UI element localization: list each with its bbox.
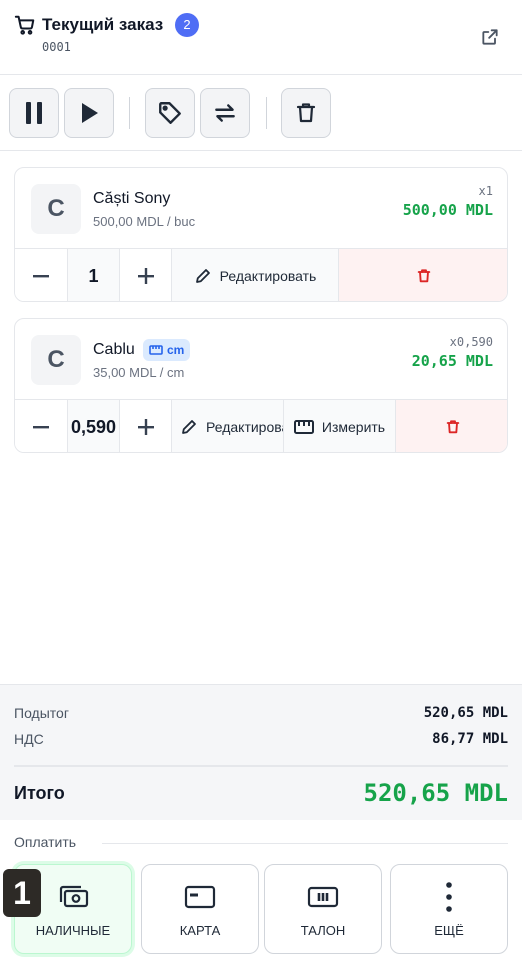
item-name: Cablu (93, 341, 135, 358)
pencil-icon (182, 420, 196, 434)
subtotal-value: 520,65 MDL (423, 705, 508, 721)
voucher-icon (307, 886, 339, 908)
vat-value: 86,77 MDL (432, 731, 508, 747)
pause-button[interactable] (9, 88, 59, 138)
plus-icon (137, 268, 154, 284)
order-summary: Подытог 520,65 MDL НДС 86,77 MDL Итого 5… (0, 684, 522, 820)
pay-method-label: ЕЩЁ (434, 923, 464, 938)
cash-icon (59, 885, 89, 908)
swap-button[interactable] (200, 88, 250, 138)
tag-icon (159, 102, 181, 124)
increase-qty-button[interactable] (119, 249, 171, 301)
delete-item-button[interactable] (338, 249, 507, 301)
total-label: Итого (14, 783, 65, 803)
swap-icon (215, 104, 235, 122)
subtotal-label: Подытог (14, 705, 69, 721)
discount-button[interactable] (145, 88, 195, 138)
unit-badge-label: cm (167, 343, 185, 357)
order-number: 0001 (42, 40, 71, 54)
minus-icon (33, 275, 49, 278)
ruler-icon (293, 420, 314, 434)
play-icon (82, 103, 98, 123)
measure-button[interactable]: Измерить (283, 400, 395, 452)
item-avatar: C (31, 184, 81, 234)
measure-label: Измерить (321, 419, 386, 435)
pay-more-button[interactable]: ЕЩЁ (390, 864, 508, 954)
edit-label: Редактировать (219, 268, 317, 284)
pay-method-label: НАЛИЧНЫЕ (35, 923, 111, 938)
clear-order-button[interactable] (281, 88, 331, 138)
minus-icon (33, 426, 49, 429)
card-icon (184, 885, 216, 909)
more-icon (446, 882, 452, 912)
item-total: 500,00 MDL (402, 201, 493, 219)
edit-item-button[interactable]: Редактировать (171, 249, 338, 301)
item-unit-price: 500,00 MDL / buc (93, 214, 196, 229)
item-actions: 1 Редактировать (15, 248, 507, 301)
order-item-card: C Cablu cm 35,00 MDL / cm x0,590 20,65 M… (14, 318, 508, 453)
pay-voucher-button[interactable]: ТАЛОН (264, 864, 382, 954)
external-link-icon[interactable] (480, 27, 500, 47)
item-count-badge: 2 (175, 13, 199, 37)
vat-label: НДС (14, 731, 44, 747)
edit-item-button[interactable]: Редактировать (171, 400, 283, 452)
play-button[interactable] (64, 88, 114, 138)
delete-item-button[interactable] (395, 400, 507, 452)
pencil-icon (195, 269, 210, 283)
item-actions: 0,590 Редактировать Измерить (15, 399, 507, 452)
toolbar-divider (266, 97, 267, 129)
pay-card-button[interactable]: КАРТА (141, 864, 259, 954)
edit-label: Редактировать (206, 419, 283, 435)
qty-value[interactable]: 0,590 (67, 400, 119, 452)
order-header: Текущий заказ 2 0001 (0, 0, 522, 75)
trash-icon (417, 269, 431, 283)
order-item-card: C Căști Sony 500,00 MDL / buc x1 500,00 … (14, 167, 508, 302)
ruler-icon (149, 345, 163, 355)
decrease-qty-button[interactable] (15, 400, 67, 452)
pause-icon (26, 102, 42, 124)
total-value: 520,65 MDL (363, 779, 509, 807)
order-toolbar (0, 75, 522, 151)
pay-section-divider (102, 843, 508, 844)
qty-value[interactable]: 1 (67, 249, 119, 301)
plus-icon (137, 419, 154, 435)
item-name: Căști Sony (93, 190, 171, 207)
hotkey-badge: 1 (3, 869, 41, 917)
pay-section-label: Оплатить (14, 834, 77, 850)
pay-method-label: КАРТА (179, 923, 221, 938)
item-qty-label: x0,590 (449, 335, 493, 349)
summary-divider (14, 765, 508, 767)
trash-icon (296, 103, 316, 123)
toolbar-divider (129, 97, 130, 129)
trash-icon (446, 420, 459, 434)
pay-method-label: ТАЛОН (300, 923, 346, 938)
increase-qty-button[interactable] (119, 400, 171, 452)
decrease-qty-button[interactable] (15, 249, 67, 301)
item-avatar: C (31, 335, 81, 385)
unit-badge: cm (143, 339, 191, 361)
page-title: Текущий заказ (42, 15, 164, 34)
shopping-cart-icon (14, 15, 35, 35)
item-unit-price: 35,00 MDL / cm (93, 365, 185, 380)
item-qty-label: x1 (478, 184, 493, 198)
item-total: 20,65 MDL (411, 352, 493, 370)
